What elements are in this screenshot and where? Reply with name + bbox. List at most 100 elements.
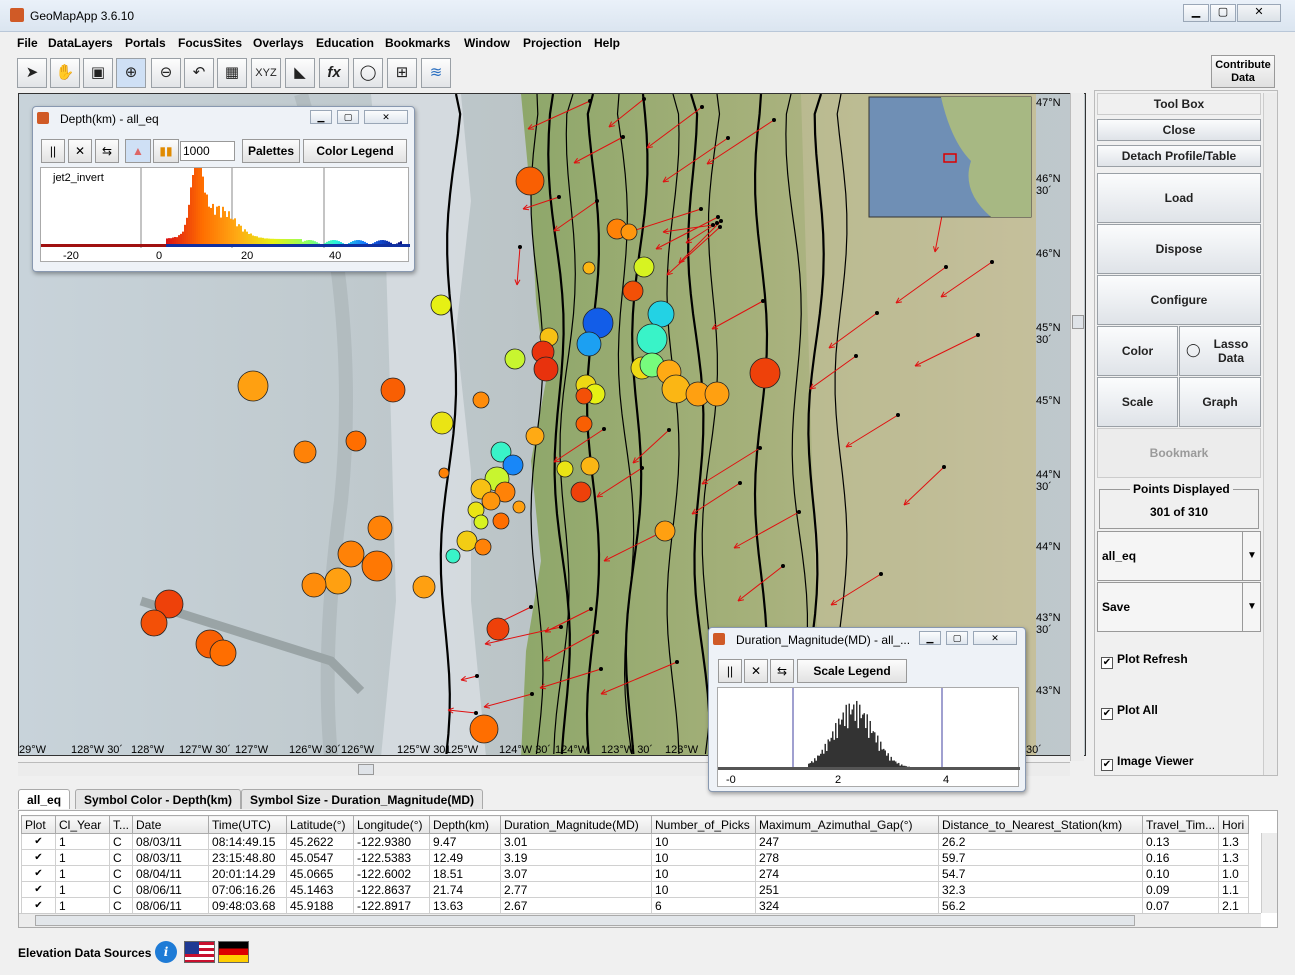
plot-checkbox[interactable]: ✔	[21, 833, 56, 850]
chevron-down-icon[interactable]: ▼	[1242, 583, 1261, 631]
column-header[interactable]: Latitude(°)	[286, 815, 355, 834]
table-grid-icon[interactable]: ⊞	[387, 58, 417, 88]
plot-refresh-checkbox[interactable]: ✔ Plot Refresh	[1101, 652, 1188, 669]
maximize-button[interactable]: ▢	[1210, 4, 1236, 22]
column-header[interactable]: Duration_Magnitude(MD)	[500, 815, 653, 834]
zoom-in-icon[interactable]: ⊕	[116, 58, 146, 88]
scale-button[interactable]: Scale	[1097, 377, 1178, 427]
tab-symbol-color[interactable]: Symbol Color - Depth(km)	[75, 789, 242, 809]
plot-checkbox[interactable]: ✔	[21, 881, 56, 898]
bar-chart-icon[interactable]: ▮▮	[153, 139, 179, 163]
color-legend-button[interactable]: Color Legend	[303, 139, 407, 163]
detach-profile-table-button[interactable]: Detach Profile/Table	[1097, 145, 1261, 167]
pan-hand-icon[interactable]: ✋	[50, 58, 80, 88]
table-scroll-thumb[interactable]	[35, 915, 1135, 926]
chevron-down-icon[interactable]: ▼	[1242, 532, 1261, 580]
load-button[interactable]: Load	[1097, 173, 1261, 223]
table-row[interactable]: ✔ 1 C 08/03/11 08:14:49.15 45.2622 -122.9380 9.…	[21, 833, 1250, 850]
column-header[interactable]: Number_of_Picks	[651, 815, 757, 834]
magnitude-histogram[interactable]: -0 2 4	[717, 687, 1020, 787]
flip-icon[interactable]: ⇆	[770, 659, 794, 683]
depth-minimize-button[interactable]: ▁	[310, 110, 332, 124]
bars-icon[interactable]: ||	[718, 659, 742, 683]
scale-legend-button[interactable]: Scale Legend	[797, 659, 907, 683]
table-row[interactable]: ✔ 1 C 08/04/11 20:01:14.29 45.0665 -122.6002 18…	[21, 865, 1250, 882]
plot-checkbox[interactable]: ✔	[21, 849, 56, 866]
bookmark-button[interactable]: Bookmark	[1097, 428, 1261, 478]
magnitude-close-button[interactable]: ✕	[973, 631, 1017, 645]
column-header[interactable]: Depth(km)	[429, 815, 502, 834]
palettes-button[interactable]: Palettes	[242, 139, 300, 163]
magnitude-maximize-button[interactable]: ▢	[946, 631, 968, 645]
histogram-color-icon[interactable]: ▲	[125, 139, 151, 163]
us-flag-icon[interactable]	[184, 941, 215, 963]
plot-all-checkbox[interactable]: ✔ Plot All	[1101, 703, 1158, 720]
column-header[interactable]: Date	[132, 815, 210, 834]
menu-help[interactable]: Help	[594, 36, 620, 50]
color-button[interactable]: Color	[1097, 326, 1178, 376]
menu-datalayers[interactable]: DataLayers	[48, 36, 113, 50]
menu-portals[interactable]: Portals	[125, 36, 166, 50]
v-scroll-thumb[interactable]	[1072, 315, 1084, 329]
depth-histogram[interactable]: jet2_invert -20 0 20 40	[40, 167, 410, 262]
column-header[interactable]: Plot	[21, 815, 56, 834]
close-window-button[interactable]: ✕	[1237, 4, 1281, 22]
zoom-back-icon[interactable]: ↶	[184, 58, 214, 88]
column-header[interactable]: Maximum_Azimuthal_Gap(°)	[755, 815, 940, 834]
bars-icon[interactable]: ||	[41, 139, 65, 163]
map-vertical-scrollbar[interactable]	[1070, 93, 1084, 761]
depth-value-input[interactable]	[180, 141, 235, 161]
layer-select[interactable]: all_eq ▼	[1097, 531, 1261, 581]
toolbox-scrollbar[interactable]	[1263, 93, 1277, 775]
graph-button[interactable]: Graph	[1179, 377, 1261, 427]
column-header[interactable]: Cl_Year	[55, 815, 110, 834]
save-icon[interactable]: ▣	[83, 58, 113, 88]
column-header[interactable]: Time(UTC)	[208, 815, 288, 834]
tab-symbol-size[interactable]: Symbol Size - Duration_Magnitude(MD)	[241, 789, 484, 809]
table-row[interactable]: ✔ 1 C 08/03/11 23:15:48.80 45.0547 -122.5383 12…	[21, 849, 1250, 866]
cross-icon[interactable]: ✕	[68, 139, 92, 163]
column-header[interactable]: Travel_Tim...	[1142, 815, 1220, 834]
table-horizontal-scrollbar[interactable]	[19, 913, 1261, 927]
magnitude-minimize-button[interactable]: ▁	[919, 631, 941, 645]
menu-overlays[interactable]: Overlays	[253, 36, 304, 50]
column-header[interactable]: T...	[108, 815, 134, 834]
minimize-button[interactable]: ▁	[1183, 4, 1209, 22]
fx-function-icon[interactable]: fx	[319, 58, 349, 88]
depth-maximize-button[interactable]: ▢	[337, 110, 359, 124]
flip-icon[interactable]: ⇆	[95, 139, 119, 163]
column-header[interactable]: Longitude(°)	[353, 815, 431, 834]
plot-checkbox[interactable]: ✔	[21, 865, 56, 882]
xyz-icon[interactable]: XYZ	[251, 58, 281, 88]
grid-image-icon[interactable]: ▦	[217, 58, 247, 88]
cross-icon[interactable]: ✕	[744, 659, 768, 683]
close-button[interactable]: Close	[1097, 119, 1261, 141]
select-arrow-icon[interactable]: ➤	[17, 58, 47, 88]
menu-file[interactable]: File	[17, 36, 38, 50]
table-row[interactable]: ✔ 1 C 08/06/11 09:48:03.68 45.9188 -122.8917 13…	[21, 897, 1250, 914]
german-flag-icon[interactable]	[218, 941, 249, 963]
tab-all-eq[interactable]: all_eq	[18, 789, 71, 809]
shade-icon[interactable]: ◣	[285, 58, 315, 88]
lasso-icon[interactable]: ◯	[353, 58, 383, 88]
zoom-out-icon[interactable]: ⊖	[151, 58, 181, 88]
column-header[interactable]: Distance_to_Nearest_Station(km)	[938, 815, 1144, 834]
menu-projection[interactable]: Projection	[523, 36, 582, 50]
data-table[interactable]: Plot Cl_Year T... Date Time(UTC) Latitude(°) L…	[18, 810, 1278, 928]
save-select[interactable]: Save ▼	[1097, 582, 1261, 632]
dispose-button[interactable]: Dispose	[1097, 224, 1261, 274]
h-scroll-thumb[interactable]	[358, 764, 374, 775]
image-viewer-checkbox[interactable]: ✔ Image Viewer	[1101, 754, 1194, 771]
menu-education[interactable]: Education	[316, 36, 374, 50]
table-vertical-scrollbar[interactable]	[1261, 833, 1277, 913]
menu-focussites[interactable]: FocusSites	[178, 36, 242, 50]
contribute-data-button[interactable]: Contribute Data	[1211, 55, 1275, 88]
plot-checkbox[interactable]: ✔	[21, 897, 56, 914]
lasso-data-button[interactable]: ◯ Lasso Data	[1179, 326, 1261, 376]
configure-button[interactable]: Configure	[1097, 275, 1261, 325]
info-icon[interactable]: i	[155, 941, 177, 963]
column-header[interactable]: Hori	[1218, 815, 1250, 834]
menu-bookmarks[interactable]: Bookmarks	[385, 36, 450, 50]
depth-close-button[interactable]: ✕	[364, 110, 408, 124]
layer-stack-icon[interactable]: ≋	[421, 58, 451, 88]
